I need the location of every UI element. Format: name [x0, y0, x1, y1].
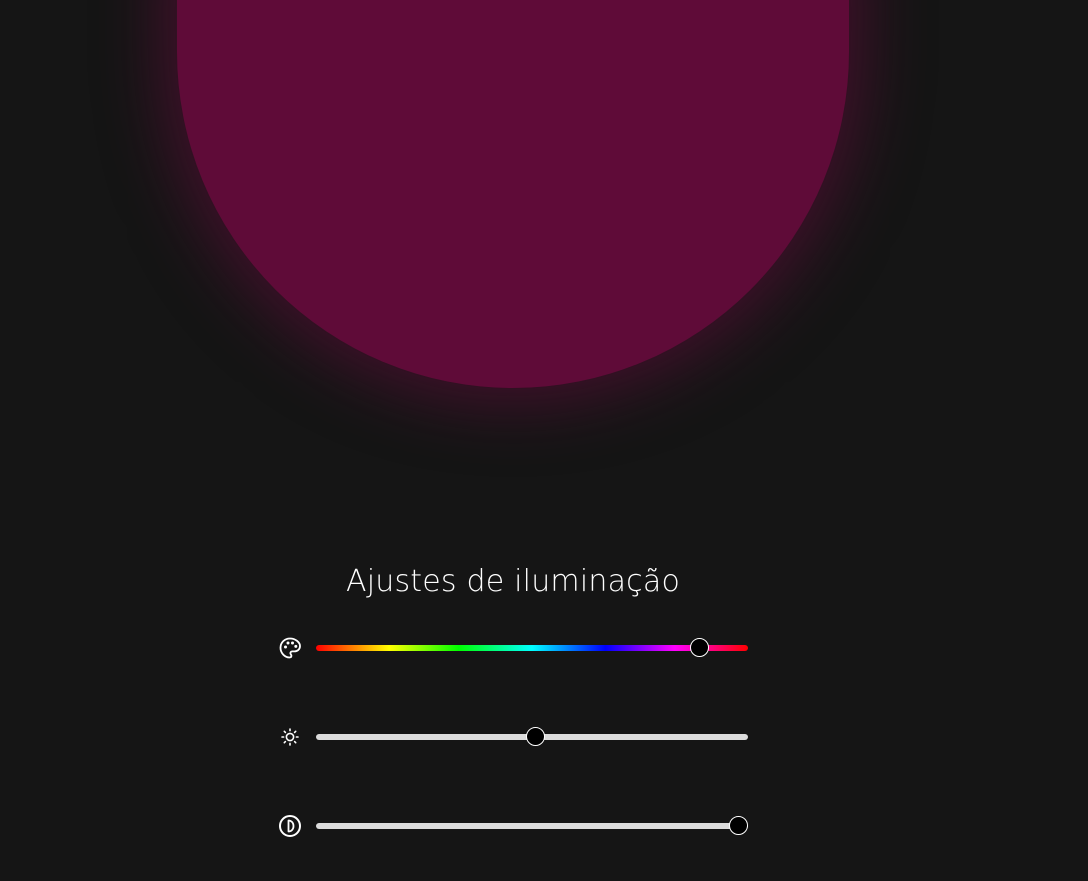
page-title: Ajustes de iluminação: [346, 564, 680, 599]
palette-icon: [276, 636, 304, 660]
hue-slider[interactable]: [316, 638, 748, 657]
hue-slider-track[interactable]: [316, 645, 748, 651]
contrast-control: [276, 812, 752, 840]
hue-control: [276, 634, 752, 662]
lamp-light-preview: [177, 0, 849, 388]
brightness-slider[interactable]: [316, 727, 748, 746]
brightness-control: [276, 723, 752, 751]
contrast-slider-track[interactable]: [316, 823, 748, 829]
brightness-slider-thumb[interactable]: [526, 727, 546, 746]
contrast-icon: [276, 814, 304, 838]
contrast-slider[interactable]: [316, 816, 749, 835]
hue-slider-thumb[interactable]: [690, 638, 710, 657]
sun-icon: [276, 725, 304, 749]
contrast-slider-thumb[interactable]: [729, 816, 749, 835]
